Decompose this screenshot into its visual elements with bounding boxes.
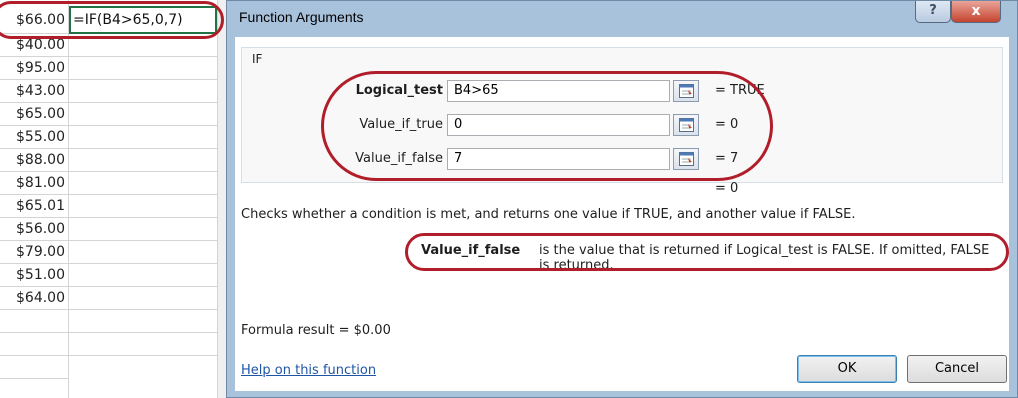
formula-column <box>69 0 232 398</box>
collapse-dialog-button[interactable] <box>673 114 699 136</box>
gridline <box>69 125 232 126</box>
formula-result: Formula result = $0.00 <box>241 323 391 338</box>
active-row-cell[interactable]: $66.00 <box>0 6 69 34</box>
logical-test-input[interactable]: B4>65 <box>447 80 670 102</box>
gridline <box>69 263 232 264</box>
help-link[interactable]: Help on this function <box>241 363 376 378</box>
gridline <box>69 171 232 172</box>
gridline <box>69 355 232 356</box>
gridline <box>69 332 232 333</box>
table-cell[interactable] <box>0 310 69 333</box>
cancel-button[interactable]: Cancel <box>907 355 1007 383</box>
function-result: = 0 <box>715 181 739 196</box>
gridline <box>69 102 232 103</box>
table-cell[interactable]: $43.00 <box>0 80 69 103</box>
argument-description-text: is the value that is returned if Logical… <box>539 243 990 273</box>
gridline <box>69 194 232 195</box>
formula-cell[interactable]: =IF(B4>65,0,7) <box>69 6 217 34</box>
table-cell[interactable]: $88.00 <box>0 149 69 172</box>
amount-column: $66.00 $40.00 $95.00 $43.00 $65.00 $55.0… <box>0 0 69 398</box>
dialog-body: IF Logical_test B4>65 = TRUE Value_if_tr… <box>235 37 1009 391</box>
table-cell[interactable]: $55.00 <box>0 126 69 149</box>
gridline <box>69 309 232 310</box>
table-cell[interactable]: $65.01 <box>0 195 69 218</box>
close-button[interactable]: x <box>951 1 1001 23</box>
gridline <box>69 240 232 241</box>
spreadsheet: $66.00 $40.00 $95.00 $43.00 $65.00 $55.0… <box>0 0 232 398</box>
arg-label-value-if-true: Value_if_true <box>359 117 443 132</box>
table-cell[interactable]: $65.00 <box>0 103 69 126</box>
help-button[interactable]: ? <box>915 1 951 23</box>
dialog-title: Function Arguments <box>239 9 364 25</box>
table-cell[interactable]: $51.00 <box>0 264 69 287</box>
table-cell[interactable]: $40.00 <box>0 34 69 57</box>
gridline <box>69 148 232 149</box>
collapse-dialog-button[interactable] <box>673 148 699 170</box>
collapse-dialog-icon <box>679 118 694 132</box>
value-if-false-result: = 7 <box>715 151 739 166</box>
table-cell[interactable]: $79.00 <box>0 241 69 264</box>
arg-label-logical-test: Logical_test <box>355 83 443 98</box>
gridline <box>69 217 232 218</box>
arg-label-value-if-false: Value_if_false <box>355 151 443 166</box>
argument-description-name: Value_if_false <box>421 243 521 258</box>
close-icon: x <box>971 3 981 19</box>
dialog-titlebar[interactable]: Function Arguments ? x <box>227 1 1017 37</box>
logical-test-result: = TRUE <box>715 83 765 98</box>
gridline <box>69 56 232 57</box>
value-if-true-input[interactable]: 0 <box>447 114 670 136</box>
table-cell[interactable] <box>0 333 69 356</box>
value-if-false-input[interactable]: 7 <box>447 148 670 170</box>
table-cell[interactable]: $95.00 <box>0 57 69 80</box>
gridline <box>69 286 232 287</box>
question-icon: ? <box>929 3 937 18</box>
table-cell[interactable]: $81.00 <box>0 172 69 195</box>
function-description: Checks whether a condition is met, and r… <box>241 207 856 222</box>
value-if-true-result: = 0 <box>715 117 739 132</box>
table-cell[interactable] <box>0 356 69 379</box>
collapse-dialog-icon <box>679 152 694 166</box>
table-cell[interactable]: $56.00 <box>0 218 69 241</box>
function-arguments-dialog: Function Arguments ? x IF Logical_test B… <box>226 0 1018 398</box>
table-cell[interactable]: $64.00 <box>0 287 69 310</box>
collapse-dialog-icon <box>679 84 694 98</box>
function-name: IF <box>252 52 263 66</box>
collapse-dialog-button[interactable] <box>673 80 699 102</box>
ok-button[interactable]: OK <box>797 355 897 383</box>
gridline <box>69 79 232 80</box>
